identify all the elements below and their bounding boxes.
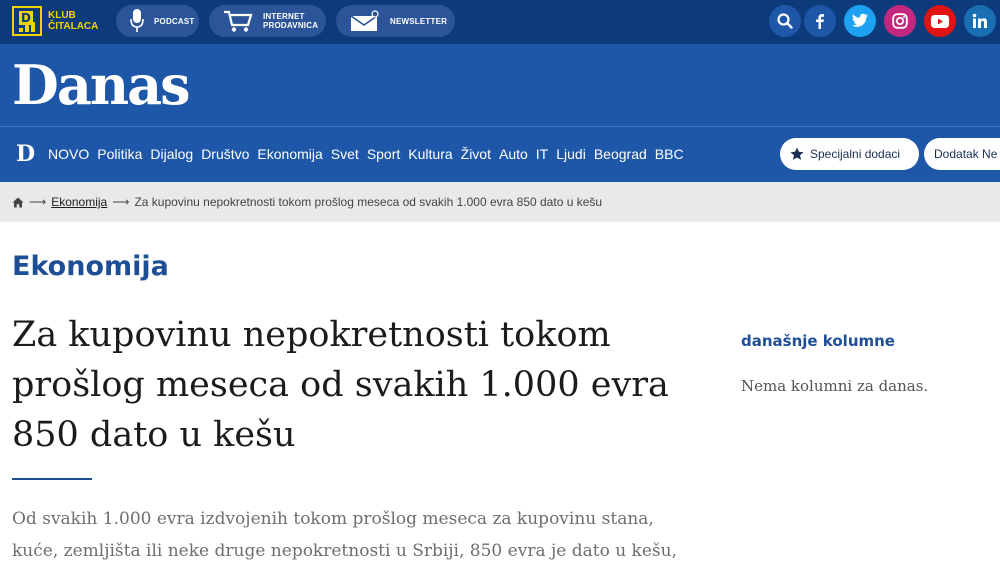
article-title: Za kupovinu nepokretnosti tokom prošlog … bbox=[12, 315, 669, 455]
breadcrumb-category[interactable]: Ekonomija bbox=[51, 195, 107, 209]
top-bar: D KLUB ČITALACA PODCAST INTERNET PRODAVN… bbox=[0, 0, 1000, 44]
facebook-button[interactable] bbox=[804, 5, 836, 37]
nav-item-ljudi[interactable]: Ljudi bbox=[556, 146, 586, 162]
columns-empty-message: Nema kolumni za danas. bbox=[741, 377, 929, 395]
title-divider bbox=[12, 478, 92, 480]
home-icon[interactable] bbox=[12, 197, 24, 208]
nav-items: NOVO Politika Dijalog Društvo Ekonomija … bbox=[48, 127, 692, 181]
danas-logo[interactable]: Danas bbox=[12, 56, 190, 114]
nav-item-svet[interactable]: Svet bbox=[331, 146, 359, 162]
nav-item-it[interactable]: IT bbox=[536, 146, 548, 162]
twitter-button[interactable] bbox=[844, 5, 876, 37]
nav-item-ekonomija[interactable]: Ekonomija bbox=[257, 146, 322, 162]
section-title[interactable]: Ekonomija bbox=[12, 251, 169, 282]
nav-item-auto[interactable]: Auto bbox=[499, 146, 528, 162]
klub-logo-icon: D bbox=[12, 6, 42, 36]
special-supplements-button[interactable]: Specijalni dodaci bbox=[780, 138, 919, 170]
podcast-label: PODCAST bbox=[154, 16, 195, 26]
nav-item-sport[interactable]: Sport bbox=[367, 146, 400, 162]
nav-item-drustvo[interactable]: Društvo bbox=[201, 146, 249, 162]
main-nav: D NOVO Politika Dijalog Društvo Ekonomij… bbox=[0, 126, 1000, 182]
linkedin-icon bbox=[972, 13, 987, 28]
star-icon bbox=[790, 147, 804, 160]
nav-item-politika[interactable]: Politika bbox=[97, 146, 142, 162]
instagram-button[interactable] bbox=[884, 5, 916, 37]
newsletter-button[interactable]: NEWSLETTER bbox=[336, 5, 455, 37]
envelope-icon bbox=[350, 10, 379, 31]
breadcrumb-arrow-icon: ⟶ bbox=[29, 195, 47, 209]
twitter-icon bbox=[851, 13, 868, 27]
nav-item-beograd[interactable]: Beograd bbox=[594, 146, 647, 162]
breadcrumb: ⟶ Ekonomija ⟶ Za kupovinu nepokretnosti … bbox=[0, 182, 1000, 222]
supplement-button[interactable]: Dodatak Ne bbox=[924, 138, 1000, 170]
klub-label-line1: KLUB bbox=[48, 10, 76, 21]
shop-label-line2: PRODAVNICA bbox=[263, 21, 319, 30]
search-icon bbox=[777, 13, 793, 29]
breadcrumb-arrow-icon: ⟶ bbox=[112, 195, 130, 209]
microphone-icon bbox=[130, 9, 144, 32]
instagram-icon bbox=[892, 13, 908, 29]
youtube-icon bbox=[931, 14, 949, 28]
linkedin-button[interactable] bbox=[964, 5, 996, 37]
nav-item-novo[interactable]: NOVO bbox=[48, 146, 89, 162]
klub-citalaca-link[interactable]: D KLUB ČITALACA bbox=[12, 5, 98, 37]
special-supplements-label: Specijalni dodaci bbox=[810, 147, 901, 161]
newsletter-label: NEWSLETTER bbox=[390, 16, 448, 26]
klub-label-line2: ČITALACA bbox=[48, 21, 99, 32]
shop-label-line1: INTERNET bbox=[263, 12, 305, 21]
nav-item-kultura[interactable]: Kultura bbox=[408, 146, 452, 162]
nav-home-logo[interactable]: D bbox=[16, 143, 38, 165]
youtube-button[interactable] bbox=[924, 5, 956, 37]
article-lead: Od svakih 1.000 evra izdvojenih tokom pr… bbox=[12, 509, 677, 561]
shopping-cart-icon bbox=[224, 10, 253, 32]
supplement-label: Dodatak Ne bbox=[934, 147, 998, 161]
nav-item-bbc[interactable]: BBC bbox=[655, 146, 684, 162]
facebook-icon bbox=[816, 14, 824, 29]
internet-shop-button[interactable]: INTERNET PRODAVNICA bbox=[209, 5, 326, 37]
podcast-button[interactable]: PODCAST bbox=[116, 5, 199, 37]
nav-item-zivot[interactable]: Život bbox=[461, 146, 491, 162]
breadcrumb-current: Za kupovinu nepokretnosti tokom prošlog … bbox=[134, 195, 603, 209]
columns-title: današnje kolumne bbox=[741, 332, 895, 350]
search-button[interactable] bbox=[769, 5, 801, 37]
nav-item-dijalog[interactable]: Dijalog bbox=[150, 146, 193, 162]
